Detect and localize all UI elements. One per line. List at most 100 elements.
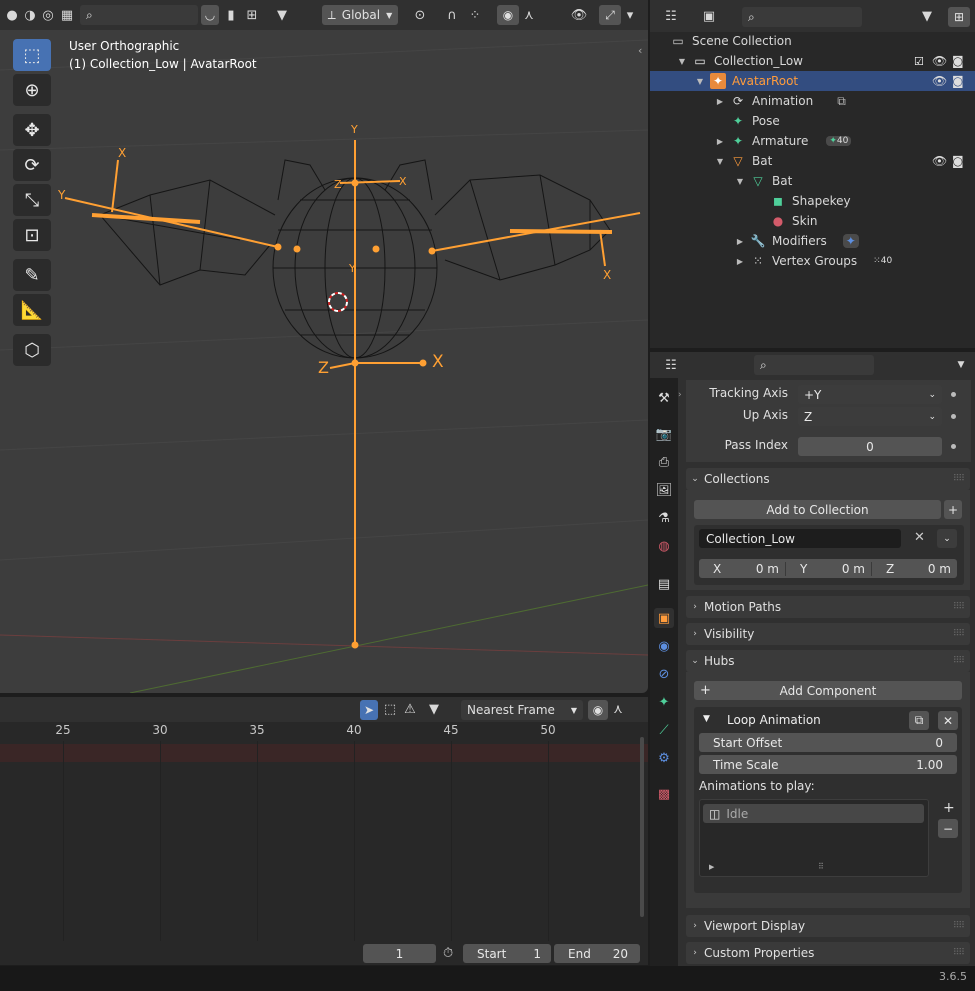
texture-tab-icon[interactable]: ▩ [654,784,674,804]
pivot-icon[interactable]: ⊙ [411,6,429,24]
filter-icon[interactable]: ▼ [425,700,443,718]
remove-collection-close-icon[interactable]: ✕ [914,530,925,545]
outliner-row-shapekey[interactable]: ◼ Shapekey [650,191,975,211]
physics-tab-icon[interactable]: ◉ [654,636,674,656]
time-scale-field[interactable]: Time Scale 1.00 [699,755,957,774]
outliner-row-animation[interactable]: ▶ ⟳ Animation ⧉ [650,91,975,111]
outliner-row-scene-collection[interactable]: ▭ Scene Collection [650,31,975,51]
drag-grip-icon[interactable]: ⠿⠿ [953,921,965,931]
properties-search[interactable]: ⌕ [754,355,874,375]
shading-rendered-icon[interactable]: ◎ [39,6,57,24]
outliner-row-skin[interactable]: ● Skin [650,211,975,231]
remove-animation-button[interactable]: − [938,819,958,838]
gizmo-toggle-button[interactable]: ⤢ [599,5,621,25]
offset-y-field[interactable]: Y 0 m [785,561,871,576]
hubs-panel-header[interactable]: ⌄ Hubs ⠿⠿ [686,650,970,672]
tool-tab-icon[interactable]: ⚒ [654,388,674,408]
chevron-down-icon[interactable]: ▼ [676,57,688,66]
drag-grip-icon[interactable]: ⠿⠿ [953,474,965,484]
outliner-row-pose[interactable]: ✦ Pose [650,111,975,131]
new-collection-button[interactable]: ⊞ [948,7,970,27]
chevron-down-icon[interactable]: ▼ [952,356,970,374]
hierarchy-icon[interactable]: ⊞ [243,6,261,24]
copy-component-button[interactable]: ⧉ [909,711,929,730]
snap-target-icon[interactable]: ⁘ [466,6,484,24]
armature-data-tab-icon[interactable]: ✦ [654,692,674,712]
snapping-dropdown[interactable]: Nearest Frame ▼ [461,700,583,720]
editor-type-icon[interactable]: ▦ [58,6,76,24]
drag-grip-icon[interactable]: ⠿⠿ [953,656,965,666]
filter-icon[interactable]: ▼ [918,7,936,25]
collection-name-field[interactable]: Collection_Low [699,529,901,548]
add-cube-tool[interactable]: ⬡ [13,334,51,366]
3d-viewport[interactable]: Y X Y Z X X X Z Y ● ◑ ◎ ▦ ⌕ ◡ ▮ ⊞ ▼ ⟂ Gl… [0,0,648,693]
annotate-tool[interactable]: ✎ [13,259,51,291]
outliner-row-avatarroot[interactable]: ▼ ✦ AvatarRoot 👁 ◙ [650,71,975,91]
viewport-display-panel-header[interactable]: › Viewport Display ⠿⠿ [686,915,970,937]
camera-icon[interactable]: ◙ [952,74,964,88]
outliner-row-armature[interactable]: ▶ ✦ Armature ✦40 [650,131,975,151]
editor-type-icon[interactable]: ☷ [662,356,680,374]
shading-solid-icon[interactable]: ● [3,6,21,24]
proportional-edit-button[interactable]: ◉ [497,5,519,25]
checkbox-icon[interactable]: ☑ [914,55,924,68]
eye-icon[interactable]: 👁 [932,154,947,168]
tab-collapse-chevron-icon[interactable]: › [678,390,682,400]
mode-dropdown[interactable]: ◡ [201,5,219,25]
scene-tab-icon[interactable]: ⚗ [654,508,674,528]
custom-properties-panel-header[interactable]: › Custom Properties ⠿⠿ [686,942,970,964]
warning-icon[interactable]: ⚠ [401,700,419,718]
motion-paths-panel-header[interactable]: › Motion Paths ⠿⠿ [686,596,970,618]
move-tool[interactable]: ✥ [13,114,51,146]
outliner-search[interactable]: ⌕ [742,7,862,27]
snap-icon[interactable]: ∩ [443,6,461,24]
add-to-collection-button[interactable]: Add to Collection [694,500,941,519]
chevron-right-icon[interactable]: ▶ [734,237,746,246]
animate-property-dot[interactable] [951,444,956,449]
outliner-row-bat-mesh[interactable]: ▼ ▽ Bat [650,171,975,191]
chevron-right-icon[interactable]: ▶ [714,97,726,106]
animation-list-item[interactable]: ◫ Idle [703,804,924,823]
outliner-row-collection-low[interactable]: ▼ ▭ Collection_Low ☑ 👁 ◙ [650,51,975,71]
bone-tab-icon[interactable]: ⟋ [654,720,674,740]
measure-tool[interactable]: 📐 [13,294,51,326]
timeline-editor[interactable]: ➤ ⬚ ⚠ ▼ Nearest Frame ▼ ◉ ⋏ 25 30 35 40 … [0,697,648,965]
chevron-right-icon[interactable]: ▶ [714,137,726,146]
new-collection-plus-button[interactable]: + [944,500,962,519]
outliner-row-modifiers[interactable]: ▶ 🔧 Modifiers ✦ [650,231,975,251]
visibility-eye-icon[interactable]: 👁 [570,6,588,24]
constraints-tab-icon[interactable]: ⊘ [654,664,674,684]
falloff-icon[interactable]: ⋏ [520,6,538,24]
world-tab-icon[interactable]: ◍ [654,536,674,556]
select-box-tool[interactable]: ⬚ [13,39,51,71]
outliner-row-bat-object[interactable]: ▼ ▽ Bat 👁 ◙ [650,151,975,171]
view-layer-tab-icon[interactable]: 🖼 [654,480,674,500]
camera-icon[interactable]: ◙ [952,54,964,68]
display-mode-icon[interactable]: ▣ [700,7,718,25]
add-animation-plus-icon[interactable]: + [943,800,955,816]
render-tab-icon[interactable]: 📷 [654,424,674,444]
orientation-dropdown[interactable]: ⟂ Global ▼ [322,5,398,25]
camera-icon[interactable]: ◙ [952,154,964,168]
animate-property-dot[interactable] [951,414,956,419]
offset-z-field[interactable]: Z 0 m [871,561,957,576]
rotate-tool[interactable]: ⟳ [13,149,51,181]
box-select-icon[interactable]: ⬚ [381,700,399,718]
proportional-button[interactable]: ◉ [588,700,608,720]
viewport-search[interactable]: ⌕ [80,5,198,25]
remove-component-button[interactable]: ✕ [938,711,958,730]
timeline-scrollbar[interactable] [640,737,644,917]
start-frame-field[interactable]: Start 1 [463,944,551,963]
chevron-right-icon[interactable]: ▶ [709,863,714,871]
chevron-down-icon[interactable]: ▼ [734,177,746,186]
collection-tab-icon[interactable]: ▤ [654,574,674,594]
object-tab-icon[interactable]: ▣ [654,608,674,628]
drag-grip-icon[interactable]: ⠿⠿ [953,629,965,639]
collections-panel-header[interactable]: ⌄ Collections ⠿⠿ [686,468,970,490]
drag-grip-icon[interactable]: ⠿⠿ [953,602,965,612]
editor-type-icon[interactable]: ☷ [662,7,680,25]
end-frame-field[interactable]: End 20 [554,944,640,963]
output-tab-icon[interactable]: ⎙ [654,452,674,472]
outliner-row-vertex-groups[interactable]: ▶ ⁙ Vertex Groups ⁙40 [650,251,975,271]
drag-grip-icon[interactable]: ⠿⠿ [953,948,965,958]
